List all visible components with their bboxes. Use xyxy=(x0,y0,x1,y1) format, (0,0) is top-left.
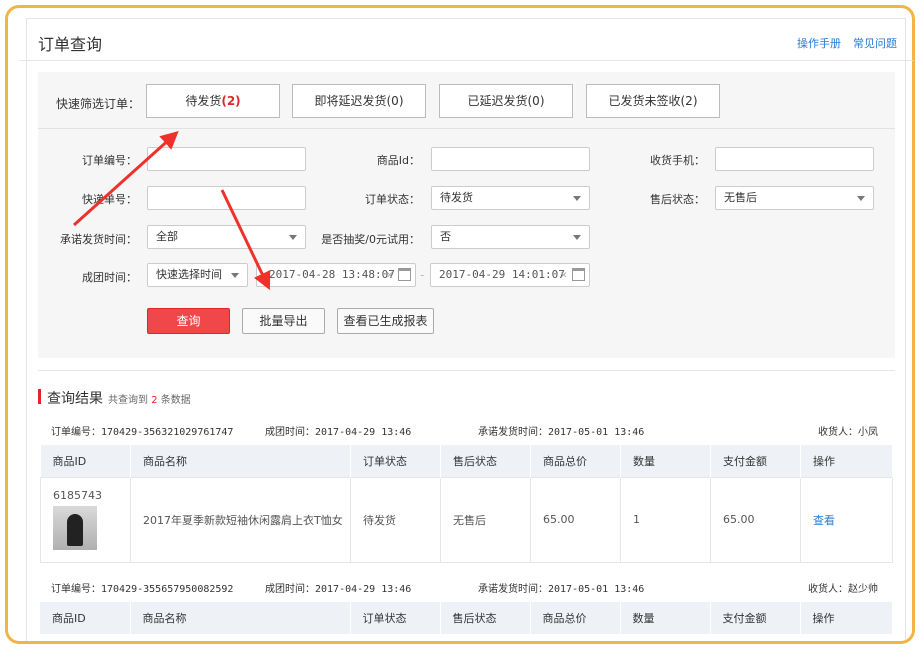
annotation-arrows xyxy=(72,130,271,291)
arrow-to-pending-filter xyxy=(72,130,179,227)
arrow-to-export-button xyxy=(220,189,271,291)
